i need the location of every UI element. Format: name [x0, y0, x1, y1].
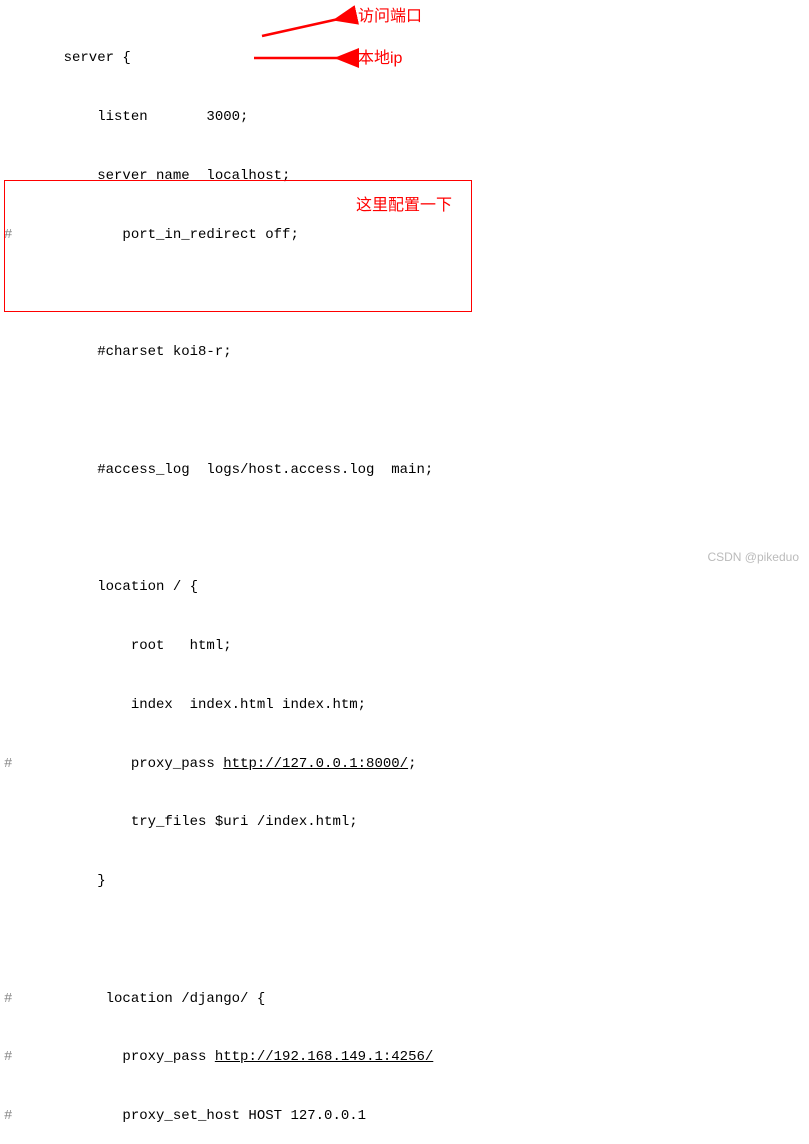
gutter: # [0, 226, 32, 246]
code-text: location / { [30, 579, 198, 595]
code-line: # location /django/ { [0, 990, 809, 1010]
code-text: #access_log logs/host.access.log main; [30, 462, 433, 478]
code-line: root html; [0, 637, 809, 657]
gutter: # [0, 990, 32, 1010]
annotation-localhost: 本地ip [358, 48, 402, 70]
code-text: proxy_set_host HOST 127.0.0.1 [30, 1108, 366, 1124]
code-line: # proxy_set_host HOST 127.0.0.1 [0, 1107, 809, 1127]
code-line [0, 519, 809, 539]
gutter: # [0, 755, 32, 775]
annotation-port: 访问端口 [358, 6, 422, 28]
code-text: proxy_pass [30, 756, 223, 772]
code-line: # port_in_redirect off; [0, 226, 809, 246]
code-text: server_name localhost; [30, 168, 290, 184]
code-line: index index.html index.htm; [0, 696, 809, 716]
code-text: server { [30, 50, 131, 66]
code-line [0, 402, 809, 422]
code-block: server { listen 3000; server_name localh… [0, 0, 809, 1144]
code-text: #charset koi8-r; [30, 344, 232, 360]
code-line: server { [0, 49, 809, 69]
code-text: port_in_redirect off; [30, 227, 299, 243]
code-text: location /django/ { [30, 991, 265, 1007]
watermark: CSDN @pikeduo [707, 549, 799, 566]
code-text: try_files $uri /index.html; [30, 814, 358, 830]
code-line: location / { [0, 578, 809, 598]
code-line [0, 931, 809, 951]
code-text: root html; [30, 638, 232, 654]
code-line: #charset koi8-r; [0, 343, 809, 363]
gutter: # [0, 1048, 32, 1068]
code-line: # proxy_pass http://127.0.0.1:8000/; [0, 755, 809, 775]
proxy-pass-url: http://127.0.0.1:8000/ [223, 756, 408, 772]
annotation-location: 这里配置一下 [356, 195, 452, 217]
code-line [0, 284, 809, 304]
code-text: ; [408, 756, 416, 772]
code-text: listen 3000; [30, 109, 248, 125]
code-text: proxy_pass [30, 1049, 215, 1065]
code-text: } [30, 873, 106, 889]
gutter: # [0, 1107, 32, 1127]
code-line: try_files $uri /index.html; [0, 813, 809, 833]
django-proxy-url: http://192.168.149.1:4256/ [215, 1049, 433, 1065]
code-line: # proxy_pass http://192.168.149.1:4256/ [0, 1048, 809, 1068]
code-line: } [0, 872, 809, 892]
code-line: #access_log logs/host.access.log main; [0, 461, 809, 481]
code-line: server_name localhost; [0, 167, 809, 187]
code-line: listen 3000; [0, 108, 809, 128]
code-text: index index.html index.htm; [30, 697, 366, 713]
